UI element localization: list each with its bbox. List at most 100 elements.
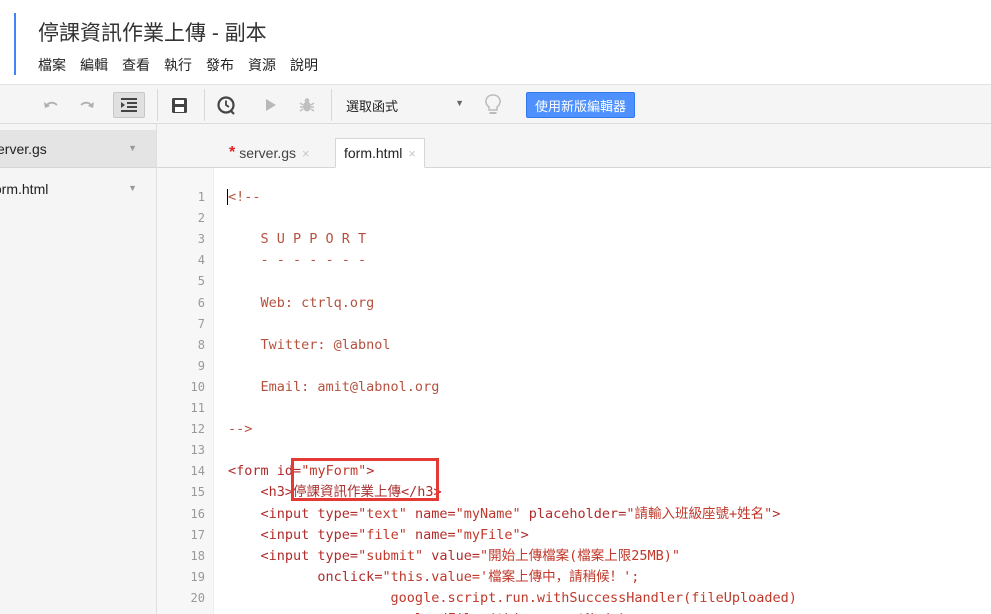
line-number: 12 <box>190 422 205 437</box>
code-token: type <box>317 547 350 564</box>
code-token: <input <box>228 505 318 522</box>
code-token: <!-- <box>228 189 261 205</box>
code-token: name <box>406 505 448 522</box>
editor-tab-bar: * server.gs × form.html × <box>157 124 991 168</box>
code-token: </h3> <box>401 484 442 501</box>
line-number: 7 <box>197 316 205 331</box>
code-token: = <box>293 463 302 480</box>
code-editor[interactable]: 123456789101112131415161718192021 <!-- S… <box>157 168 991 614</box>
code-token: 停課資訊作業上傳 <box>293 484 402 501</box>
code-token: = <box>349 547 359 564</box>
code-token: onclick <box>228 568 375 585</box>
tab-form-html[interactable]: form.html × <box>335 138 425 168</box>
code-token: "file" <box>358 526 407 543</box>
code-line: <input type="file" name="myFile"> <box>228 527 529 544</box>
chevron-down-icon: ▼ <box>455 98 464 108</box>
code-token: id <box>276 463 294 480</box>
toolbar-divider <box>331 89 332 121</box>
line-number: 17 <box>190 527 205 542</box>
code-line: <h3>停課資訊作業上傳</h3> <box>228 484 442 501</box>
lightbulb-icon[interactable] <box>481 92 505 118</box>
modified-marker: * <box>229 144 236 161</box>
code-token: "請輸入班級座號+姓名" <box>626 505 773 522</box>
menu-file[interactable]: 檔案 <box>38 55 66 75</box>
code-token: type <box>317 505 350 522</box>
save-icon[interactable] <box>168 92 190 118</box>
code-token: Email: amit@labnol.org <box>228 378 440 395</box>
menu-publish[interactable]: 發布 <box>206 55 234 75</box>
tab-label: form.html <box>344 145 403 161</box>
undo-icon[interactable] <box>40 92 62 118</box>
code-line: <!-- <box>228 189 261 206</box>
code-token: google.script.run.withSuccessHandler(fil… <box>228 589 797 606</box>
code-line: Twitter: @labnol <box>228 337 391 354</box>
line-number: 1 <box>197 190 205 204</box>
line-number: 13 <box>190 443 205 458</box>
menu-resources[interactable]: 資源 <box>248 55 276 75</box>
debug-icon[interactable] <box>296 92 318 118</box>
menu-help[interactable]: 說明 <box>290 55 318 75</box>
code-token: placeholder <box>520 505 619 522</box>
code-token: type <box>317 526 350 543</box>
run-icon[interactable] <box>262 92 280 118</box>
code-token: "開始上傳檔案(檔案上限25MB)" <box>480 547 681 564</box>
code-token: = <box>349 526 359 543</box>
code-token: <form <box>228 463 277 480</box>
line-number: 14 <box>190 464 205 479</box>
code-line: google.script.run.withSuccessHandler(fil… <box>228 590 797 607</box>
code-token: <input <box>228 547 318 564</box>
code-token: <input <box>228 526 318 543</box>
tab-server-gs[interactable]: * server.gs × <box>221 138 318 168</box>
project-title[interactable]: 停課資訊作業上傳 - 副本 <box>38 17 267 47</box>
line-number: 20 <box>190 590 205 605</box>
line-number: 3 <box>197 232 205 247</box>
line-number: 5 <box>197 274 205 289</box>
code-line: S U P P O R T <box>228 231 367 248</box>
menu-edit[interactable]: 編輯 <box>80 55 108 75</box>
line-number: 10 <box>190 379 205 394</box>
line-number-gutter: 123456789101112131415161718192021 <box>157 168 214 614</box>
function-select[interactable]: 選取函式 ▼ <box>340 92 468 118</box>
code-token: "text" <box>358 505 407 522</box>
code-line: <input type="submit" value="開始上傳檔案(檔案上限2… <box>228 547 681 565</box>
toolbar: 選取函式 ▼ 使用新版編輯器 <box>0 84 991 124</box>
code-token: = <box>447 505 456 522</box>
chevron-down-icon[interactable]: ▼ <box>128 143 137 153</box>
code-token: = <box>349 505 359 522</box>
code-token: > <box>520 526 529 543</box>
app-header: 停課資訊作業上傳 - 副本 檔案 編輯 查看 執行 發布 資源 說明 <box>0 0 991 84</box>
code-line: <form id="myForm"> <box>228 463 374 480</box>
menu-view[interactable]: 查看 <box>122 55 150 75</box>
code-token: Web: ctrlq.org <box>228 294 375 311</box>
file-item-form-html[interactable]: form.html ▼ <box>0 170 156 208</box>
code-token: "myFile" <box>455 526 521 543</box>
code-token: "myName" <box>455 505 521 522</box>
header-accent-bar <box>14 13 16 75</box>
menu-bar: 檔案 編輯 查看 執行 發布 資源 說明 <box>38 55 332 75</box>
text-cursor <box>227 189 228 205</box>
file-item-server-gs[interactable]: server.gs ▼ <box>0 130 156 168</box>
redo-icon[interactable] <box>76 92 98 118</box>
code-token: S U P P O R T <box>228 231 367 248</box>
code-token: - - - - - - - <box>228 252 367 269</box>
code-token: name <box>406 526 448 543</box>
chevron-down-icon[interactable]: ▼ <box>128 183 137 193</box>
use-new-editor-button[interactable]: 使用新版編輯器 <box>526 92 636 118</box>
code-token: --> <box>228 421 253 438</box>
code-token: "submit" <box>358 547 424 564</box>
line-number: 6 <box>197 295 205 310</box>
code-line: - - - - - - - <box>228 252 367 269</box>
close-icon[interactable]: × <box>302 146 310 161</box>
code-token: <h3> <box>228 484 294 501</box>
tab-label: server.gs <box>239 145 297 161</box>
trigger-clock-icon[interactable] <box>214 92 238 118</box>
close-icon[interactable]: × <box>408 146 416 161</box>
indent-icon[interactable] <box>113 92 145 118</box>
line-number: 9 <box>197 358 205 373</box>
code-token: = <box>471 547 481 564</box>
line-number: 11 <box>190 401 205 415</box>
menu-run[interactable]: 執行 <box>164 55 192 75</box>
line-number: 19 <box>190 569 205 584</box>
code-line: Email: amit@labnol.org <box>228 378 440 396</box>
toolbar-divider <box>157 89 158 121</box>
